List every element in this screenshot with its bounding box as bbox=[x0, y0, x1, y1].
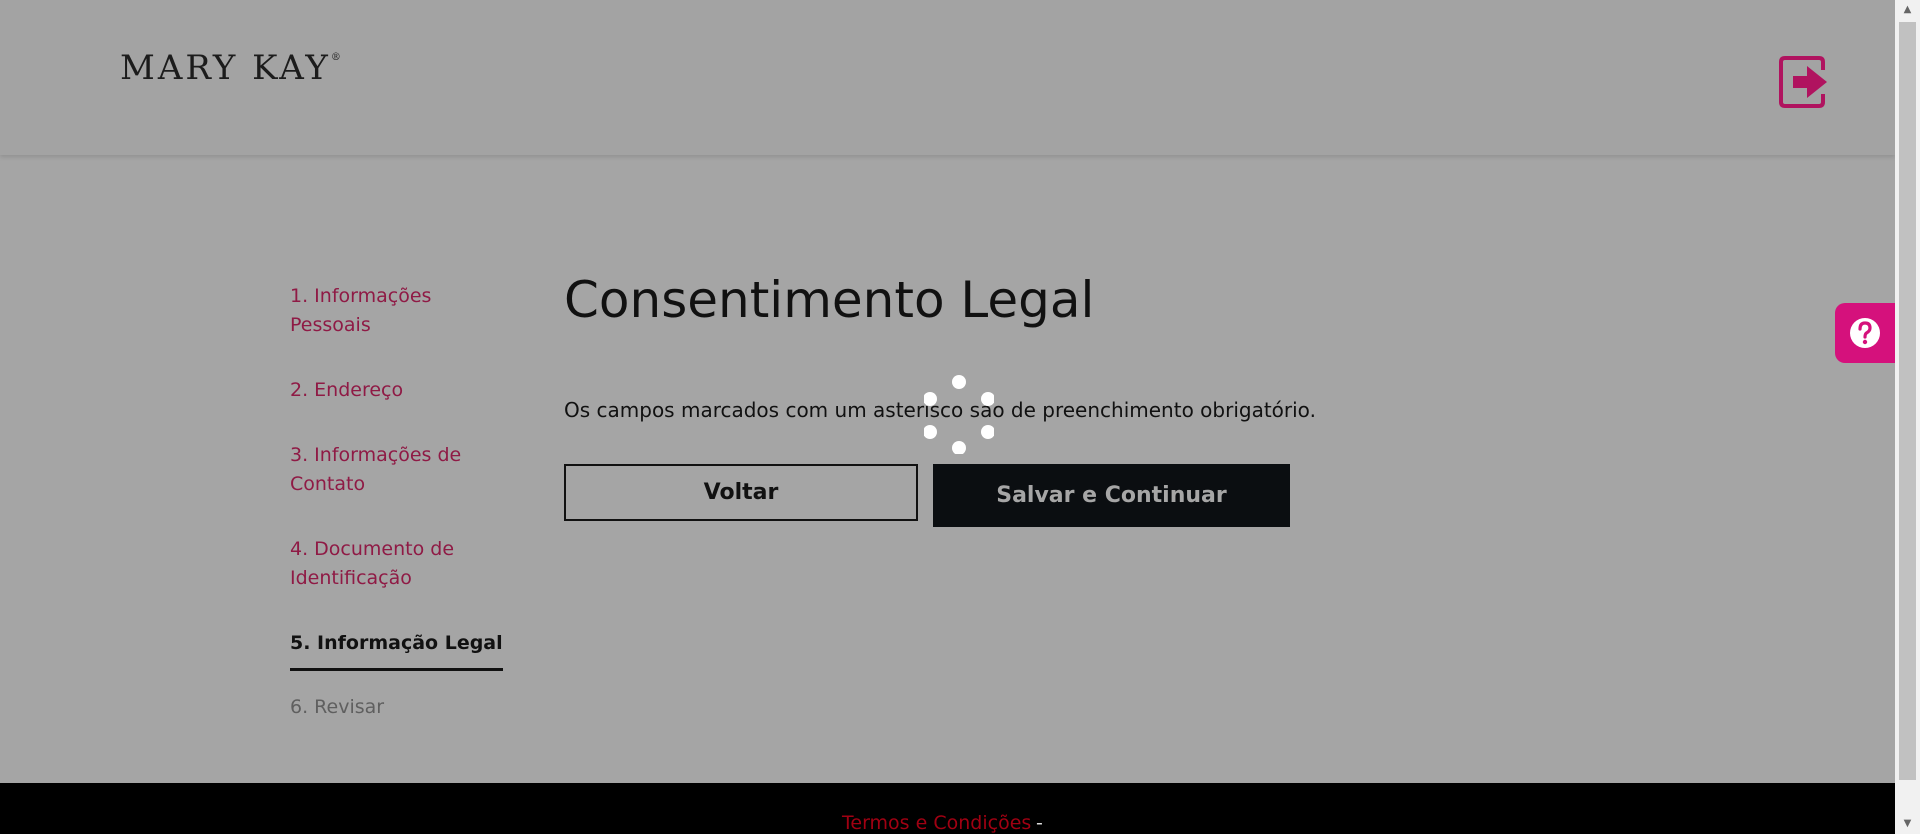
logo-text: MARY KAY bbox=[120, 48, 331, 88]
scroll-down-arrow-icon[interactable]: ▼ bbox=[1895, 814, 1920, 834]
step-legal-info[interactable]: 5. Informação Legal bbox=[290, 629, 503, 671]
logo-registered-mark: ® bbox=[330, 52, 341, 63]
scroll-thumb[interactable] bbox=[1899, 22, 1916, 780]
loading-spinner-icon bbox=[923, 374, 995, 455]
footer-separator: - bbox=[1036, 812, 1043, 834]
footer: Termos e Condições - bbox=[0, 783, 1895, 834]
help-icon bbox=[1850, 318, 1880, 348]
logout-icon[interactable] bbox=[1775, 52, 1831, 112]
help-button[interactable] bbox=[1835, 303, 1895, 363]
step-id-document[interactable]: 4. Documento de Identificação bbox=[290, 535, 490, 593]
save-continue-button[interactable]: Salvar e Continuar bbox=[933, 464, 1290, 527]
main-content: Consentimento Legal Os campos marcados c… bbox=[564, 268, 1316, 527]
step-review: 6. Revisar bbox=[290, 696, 385, 718]
terms-link[interactable]: Termos e Condições bbox=[842, 812, 1031, 834]
step-contact-info[interactable]: 3. Informações de Contato bbox=[290, 441, 490, 499]
scroll-up-arrow-icon[interactable]: ▲ bbox=[1895, 0, 1920, 20]
step-navigation: 1. Informações Pessoais 2. Endereço 3. I… bbox=[290, 282, 503, 758]
mary-kay-logo[interactable]: MARY KAY® bbox=[120, 48, 341, 88]
back-button[interactable]: Voltar bbox=[564, 464, 918, 521]
step-personal-info[interactable]: 1. Informações Pessoais bbox=[290, 282, 490, 340]
vertical-scrollbar[interactable]: ▲ ▼ bbox=[1895, 0, 1920, 834]
step-address[interactable]: 2. Endereço bbox=[290, 376, 490, 405]
page-title: Consentimento Legal bbox=[564, 271, 1095, 329]
header: MARY KAY® bbox=[0, 0, 1895, 155]
